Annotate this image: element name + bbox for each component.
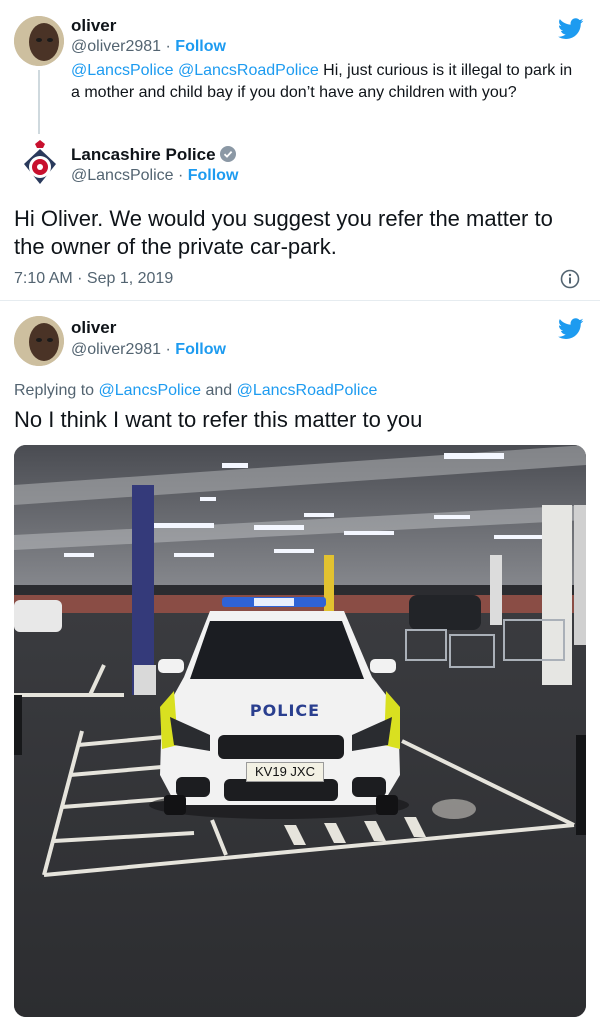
car-park-scene	[14, 445, 586, 1017]
separator-dot: ·	[161, 341, 176, 358]
twitter-bird-icon[interactable]	[557, 318, 584, 340]
author-handle-row: @oliver2981 · Follow	[71, 38, 226, 56]
tweet-photo[interactable]: POLICE KV19 JXC	[14, 445, 586, 1017]
author-handle-row: @LancsPolice · Follow	[71, 167, 238, 185]
tweet-text: @LancsPolice @LancsRoadPolice Hi, just c…	[71, 60, 581, 104]
car-police-label: POLICE	[249, 701, 321, 720]
author-handle[interactable]: @LancsPolice	[71, 167, 174, 184]
follow-button[interactable]: Follow	[175, 341, 226, 358]
author-handle[interactable]: @oliver2981	[71, 341, 161, 358]
follow-button[interactable]: Follow	[175, 38, 226, 55]
author-handle-row: @oliver2981 · Follow	[71, 341, 226, 359]
separator-dot: ·	[173, 167, 188, 184]
author-handle[interactable]: @oliver2981	[71, 38, 161, 55]
replying-prefix: Replying to	[14, 382, 99, 399]
divider	[0, 300, 600, 301]
tweet-text: Hi Oliver. We would you suggest you refe…	[14, 206, 553, 259]
mention-lancspolice[interactable]: @LancsPolice	[71, 62, 174, 79]
info-icon[interactable]	[560, 269, 580, 289]
follow-button[interactable]: Follow	[188, 167, 239, 184]
number-plate: KV19 JXC	[246, 762, 324, 782]
avatar-oliver[interactable]	[14, 316, 64, 366]
separator-dot: ·	[161, 38, 176, 55]
tweet-timestamp[interactable]: 7:10 AM · Sep 1, 2019	[14, 270, 173, 288]
avatar-oliver[interactable]	[14, 16, 64, 66]
mention-lancsroadpolice[interactable]: @LancsRoadPolice	[237, 382, 378, 399]
verified-badge-icon	[219, 146, 236, 162]
author-name[interactable]: oliver	[71, 318, 116, 338]
twitter-bird-icon[interactable]	[557, 18, 584, 40]
replying-to-line: Replying to @LancsPolice and @LancsRoadP…	[14, 382, 377, 400]
replying-and: and	[201, 382, 237, 399]
lancashire-police-logo[interactable]	[20, 140, 60, 188]
tweet-text: No I think I want to refer this matter t…	[14, 407, 423, 432]
thread-connector	[38, 70, 40, 134]
author-name[interactable]: oliver	[71, 16, 116, 36]
author-name[interactable]: Lancashire Police	[71, 145, 216, 164]
mention-lancsroadpolice[interactable]: @LancsRoadPolice	[178, 62, 319, 79]
mention-lancspolice[interactable]: @LancsPolice	[99, 382, 202, 399]
author-name-row: Lancashire Police	[71, 145, 236, 165]
